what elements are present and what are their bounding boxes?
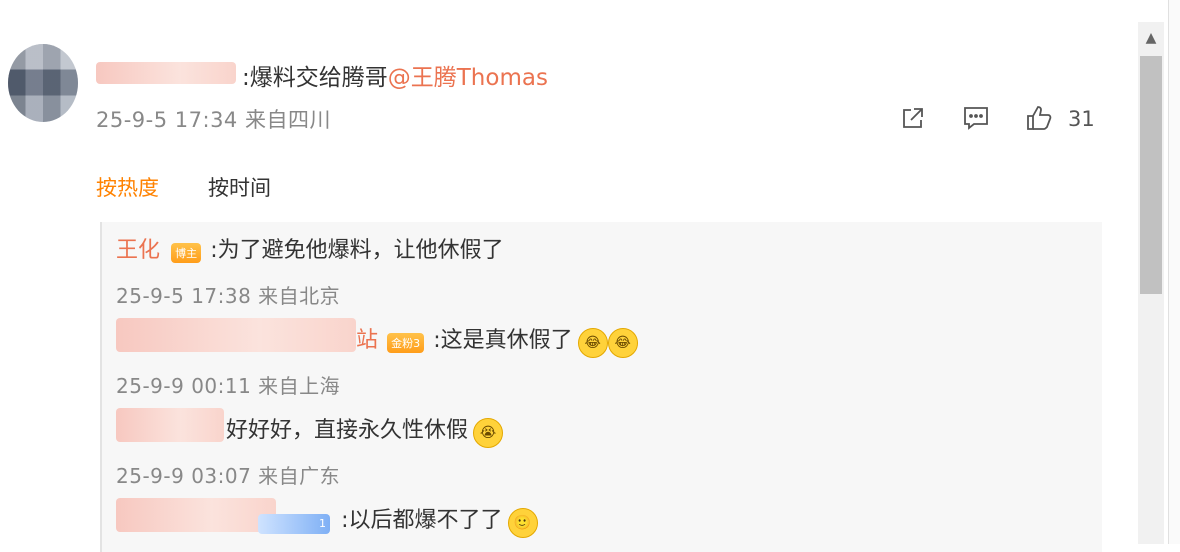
scroll-up-arrow-icon[interactable]: ▲ (1138, 26, 1164, 50)
reply-text: :以后都爆不了了 (341, 508, 503, 533)
reply-text: :这是真休假了 (433, 328, 573, 353)
username-redacted[interactable] (96, 62, 236, 84)
reply-timestamp: 25-9-5 17:38 来自北京 (116, 284, 341, 308)
reply-timestamp: 25-9-9 03:07 来自广东 (116, 464, 341, 488)
share-icon (903, 108, 923, 128)
thumbs-up-icon (1027, 106, 1052, 130)
smile-emoji: 🙂 (507, 507, 538, 538)
reply-timestamp: 25-9-9 00:11 来自上海 (116, 374, 341, 398)
tab-sort-time[interactable]: 按时间 (208, 172, 271, 202)
reply-button[interactable] (959, 101, 993, 135)
comment-icon (964, 107, 988, 130)
comment-timestamp: 25-9-5 17:34 来自四川 (96, 108, 331, 132)
like-count: 31 (1068, 107, 1095, 131)
cry-laugh-emoji: 😂 (577, 327, 608, 358)
cry-laugh-emoji: 😂 (607, 327, 638, 358)
reply-text: 好好好，直接永久性休假 (226, 418, 469, 443)
fan-badge: 1 (258, 513, 330, 534)
reply-author-tail[interactable]: 站 (356, 328, 378, 353)
reply-4: 1 :以后都爆不了了 🙂 (258, 502, 538, 538)
reply-author[interactable]: 王化 (116, 238, 160, 263)
username-redacted[interactable] (116, 498, 276, 532)
blogger-badge: 博主 (171, 243, 202, 263)
share-button[interactable] (896, 101, 930, 135)
reply-text: :为了避免他爆料，让他休假了 (210, 238, 504, 263)
scrollbar-thumb[interactable] (1140, 56, 1162, 294)
reply-2: 站 金粉3 :这是真休假了 😂 😂 (356, 322, 638, 358)
reply-3: 好好好，直接永久性休假 😭 (226, 412, 504, 448)
like-button[interactable] (1022, 101, 1056, 135)
avatar[interactable] (8, 44, 78, 122)
window-edge (1168, 0, 1180, 544)
tab-sort-hot[interactable]: 按热度 (96, 172, 159, 202)
comment-body: :爆料交给腾哥 (242, 65, 388, 91)
comment-text: :爆料交给腾哥@王腾Thomas (242, 58, 548, 92)
mention-link[interactable]: @王腾Thomas (388, 65, 548, 91)
username-redacted[interactable] (116, 318, 356, 352)
username-redacted[interactable] (116, 408, 224, 442)
reply-1: 王化 博主 :为了避免他爆料，让他休假了 (116, 232, 504, 264)
fan-badge: 金粉3 (387, 333, 425, 353)
crying-emoji: 😭 (473, 417, 504, 448)
